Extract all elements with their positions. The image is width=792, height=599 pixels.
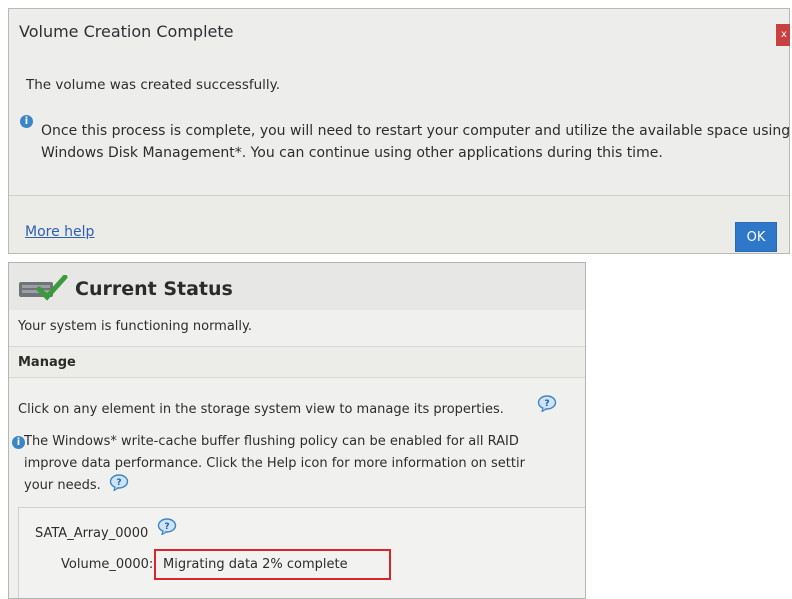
ok-button[interactable]: OK xyxy=(735,222,777,252)
current-status-panel: Current Status Your system is functionin… xyxy=(8,262,586,599)
manage-text: Click on any element in the storage syst… xyxy=(18,402,504,417)
close-icon: x xyxy=(781,29,787,40)
storage-status-icon xyxy=(19,275,68,301)
manage-section-header: Manage xyxy=(9,346,585,378)
success-message: The volume was created successfully. xyxy=(26,77,281,93)
close-button[interactable]: x xyxy=(776,24,790,46)
info-line-1: Once this process is complete, you will … xyxy=(41,123,791,139)
info-icon: i xyxy=(20,115,33,128)
help-icon[interactable]: ? xyxy=(109,474,129,491)
svg-text:?: ? xyxy=(164,522,169,532)
status-highlight-box xyxy=(154,549,391,580)
manage-heading: Manage xyxy=(18,355,76,370)
volume-creation-dialog: Volume Creation Complete x The volume wa… xyxy=(8,8,790,254)
help-icon[interactable]: ? xyxy=(157,518,177,535)
help-icon[interactable]: ? xyxy=(537,395,557,412)
volume-name[interactable]: Volume_0000: xyxy=(61,557,153,572)
array-name[interactable]: SATA_Array_0000 xyxy=(35,526,148,541)
cache-info-line-1: The Windows* write-cache buffer flushing… xyxy=(24,434,519,449)
svg-text:?: ? xyxy=(544,399,549,409)
status-title: Current Status xyxy=(75,278,233,300)
svg-text:?: ? xyxy=(116,478,121,488)
info-line-2: Windows Disk Management*. You can contin… xyxy=(41,145,663,161)
cache-info-line-3-text: your needs. xyxy=(24,478,101,493)
status-header: Current Status xyxy=(9,263,585,310)
dialog-title: Volume Creation Complete xyxy=(19,22,234,41)
cache-info-line-2: improve data performance. Click the Help… xyxy=(24,456,525,471)
status-summary: Your system is functioning normally. xyxy=(18,319,253,334)
restart-info-text: Once this process is complete, you will … xyxy=(41,120,792,164)
dialog-footer: More help OK xyxy=(9,195,789,253)
more-help-link[interactable]: More help xyxy=(25,224,94,240)
